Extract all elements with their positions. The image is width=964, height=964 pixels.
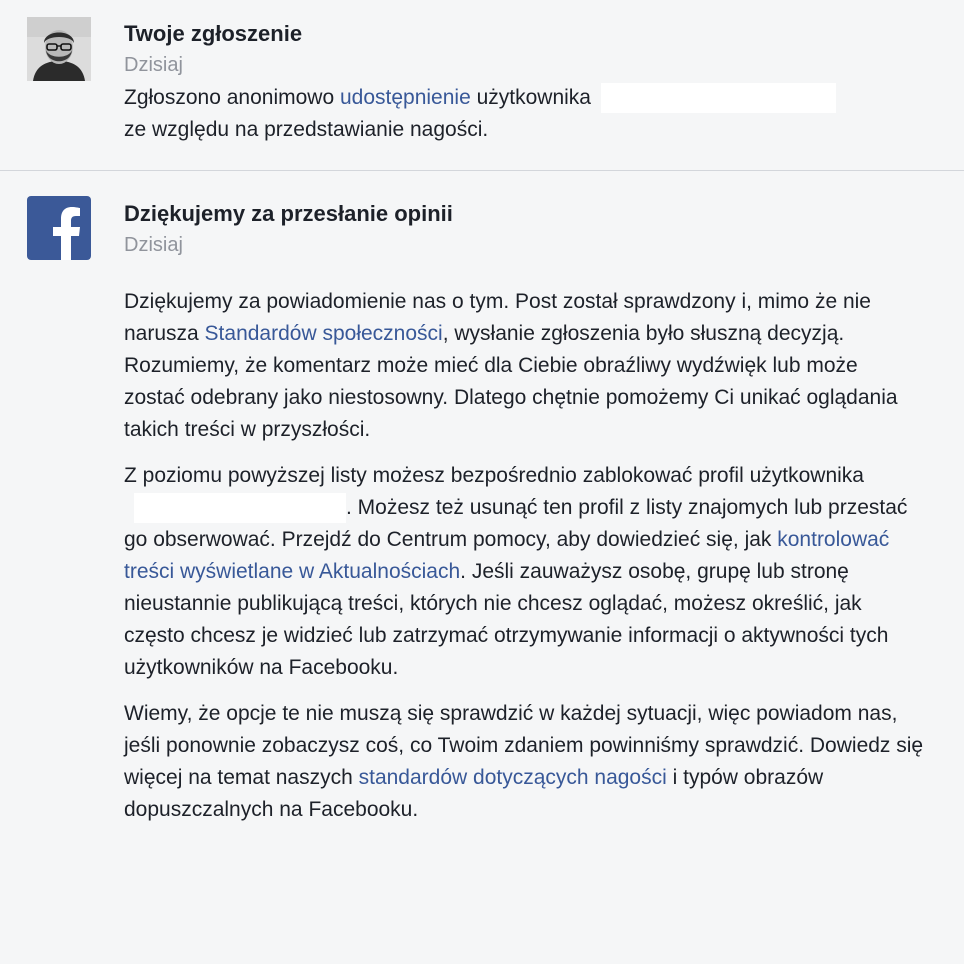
feedback-paragraph-1: Dziękujemy za powiadomienie nas o tym. P… bbox=[124, 286, 924, 446]
community-standards-link[interactable]: Standardów społeczności bbox=[205, 322, 443, 345]
feedback-body: Dziękujemy za powiadomienie nas o tym. P… bbox=[124, 286, 964, 826]
feedback-time: Dzisiaj bbox=[124, 234, 183, 256]
feedback-paragraph-2: Z poziomu powyższej listy możesz bezpośr… bbox=[124, 460, 924, 684]
redacted-username-2 bbox=[134, 493, 346, 524]
nudity-standards-link[interactable]: standardów dotyczących nagości bbox=[359, 766, 667, 789]
feedback-notification[interactable]: Dziękujemy za przesłanie opinii Dzisiaj … bbox=[0, 0, 964, 840]
p2-text-a: Z poziomu powyższej listy możesz bezpośr… bbox=[124, 464, 864, 487]
feedback-paragraph-3: Wiemy, że opcje te nie muszą się sprawdz… bbox=[124, 698, 924, 826]
feedback-title: Dziękujemy za przesłanie opinii bbox=[124, 201, 453, 226]
